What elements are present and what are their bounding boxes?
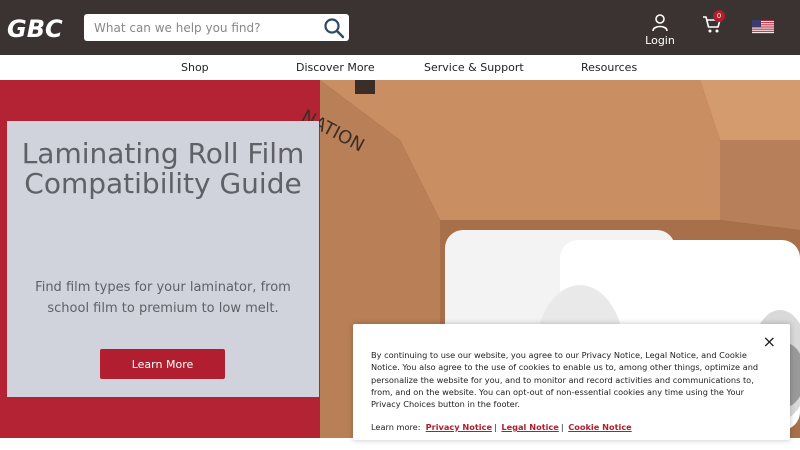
user-icon — [652, 14, 668, 32]
legal-notice-link[interactable]: Legal Notice — [501, 422, 558, 432]
login-label: Login — [645, 34, 675, 47]
hero-subtitle: Find film types for your laminator, from… — [35, 280, 291, 316]
nav-item-resources[interactable]: Resources — [581, 61, 637, 74]
search-input[interactable] — [84, 14, 319, 41]
cookie-notice-link[interactable]: Cookie Notice — [568, 422, 632, 432]
learn-more-label: Learn more: — [371, 422, 421, 432]
nav-item-service-support[interactable]: Service & Support — [424, 61, 524, 74]
search-bar — [84, 14, 349, 41]
cart-count-badge: 0 — [713, 10, 725, 22]
nav-item-shop[interactable]: Shop — [181, 61, 209, 74]
cookie-links-row: Learn more: Privacy Notice | Legal Notice… — [371, 422, 632, 432]
svg-text:GBC: GBC — [7, 15, 63, 43]
nav-item-discover-more[interactable]: Discover More — [296, 61, 375, 74]
cookie-notice-text: By continuing to use our website, you ag… — [371, 350, 759, 410]
gbc-logo[interactable]: GBC — [6, 13, 70, 43]
login-link[interactable]: Login — [640, 14, 680, 50]
top-header: GBC Login 0 — [0, 0, 800, 55]
main-nav: Shop Discover More Service & Support Res… — [0, 55, 800, 80]
link-separator: | — [494, 422, 497, 432]
hero-promo-card: Laminating Roll Film Compatibility Guide… — [7, 121, 319, 397]
cookie-consent-banner: × By continuing to use our website, you … — [353, 324, 790, 440]
link-separator: | — [560, 422, 564, 432]
learn-more-button[interactable]: Learn More — [100, 349, 225, 379]
hero-title: Laminating Roll Film Compatibility Guide — [21, 137, 305, 200]
us-flag-icon[interactable] — [752, 20, 774, 34]
privacy-notice-link[interactable]: Privacy Notice — [426, 422, 492, 432]
search-icon[interactable] — [323, 17, 345, 39]
